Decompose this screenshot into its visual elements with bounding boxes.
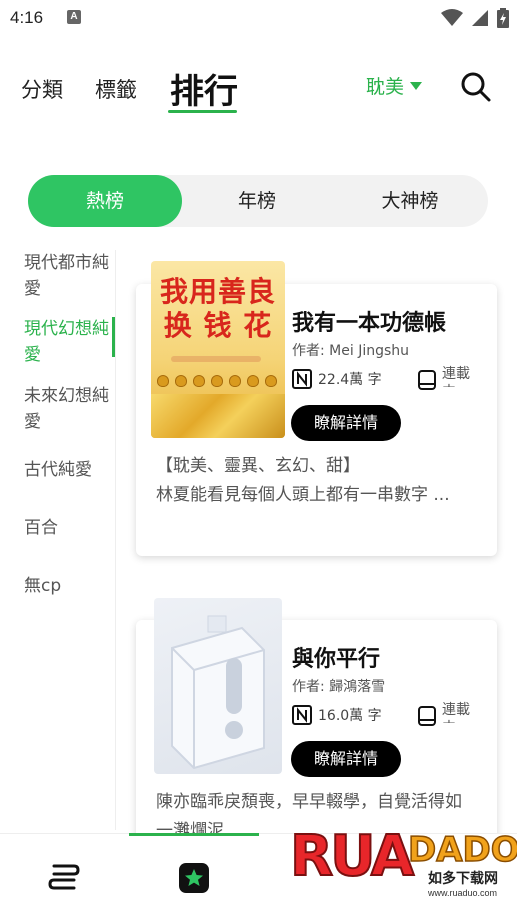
signal-icon <box>472 10 488 26</box>
status-icons <box>441 8 509 28</box>
watermark-site-name: 如多下载网 <box>428 871 498 887</box>
battery-icon <box>497 8 509 28</box>
watermark-logo-text: RUA <box>289 823 415 890</box>
book-title[interactable]: 我有一本功德帳 <box>292 305 446 337</box>
rank-option-year[interactable]: 年榜 <box>182 175 332 227</box>
notification-icon: A <box>67 10 81 24</box>
rank-option-hot[interactable]: 熱榜 <box>28 175 182 227</box>
tab-ranking[interactable]: 排行 <box>170 64 238 113</box>
gold-pile <box>151 394 285 438</box>
top-navigation: 分類 標籤 排行 耽美 <box>0 60 517 120</box>
word-count-value: 16.0萬 字 <box>318 708 382 724</box>
book-card[interactable]: 與你平行 作者: 歸鴻落雪 16.0萬 字 連載中 瞭解詳情 陳亦臨乖戾頹喪，早… <box>136 598 497 850</box>
category-item[interactable]: 無cp <box>24 573 110 599</box>
status-bar: 4:16 A <box>0 0 517 38</box>
active-tab-indicator <box>168 110 237 113</box>
view-details-button[interactable]: 瞭解詳情 <box>291 741 401 777</box>
cover-art-text: 我用善良换 钱 花 <box>159 275 276 342</box>
category-active-indicator <box>112 317 115 357</box>
status-time: 4:16 <box>10 8 44 27</box>
book-description: 【耽美、靈異、玄幻、甜】 林夏能看見每個人頭上都有一串數字 ... <box>156 456 450 505</box>
dropdown-arrow-icon <box>410 81 423 90</box>
category-sidebar: 現代都市純愛 現代幻想純愛 未來幻想純愛 古代純愛 百合 無cp <box>0 250 116 830</box>
rank-switch: 熱榜 年榜 大神榜 <box>28 175 488 227</box>
category-item[interactable]: 未來幻想純愛 <box>24 383 110 435</box>
money-bag-icons <box>157 375 277 387</box>
book-status: 連載中 <box>442 702 470 723</box>
bookshelf-icon[interactable] <box>46 860 82 896</box>
tab-category[interactable]: 分類 <box>21 74 63 104</box>
watermark-logo-text: DADO <box>407 829 517 871</box>
word-count-icon <box>292 369 312 389</box>
book-status-icon <box>418 370 436 390</box>
book-author: 作者: Mei Jingshu <box>292 343 410 359</box>
book-cover[interactable] <box>154 598 282 774</box>
book-card[interactable]: 我用善良换 钱 花 我有一本功德帳 作者: Mei Jingshu 22.4萬 … <box>136 261 497 556</box>
book-status: 連載中 <box>442 366 470 387</box>
bottom-nav-active-indicator <box>129 833 259 836</box>
genre-selector[interactable]: 耽美 <box>366 72 423 99</box>
watermark-url: www.ruaduo.com <box>428 888 498 898</box>
watermark-logo: RUA DADO 如多下载网 www.ruaduo.com <box>288 818 517 919</box>
word-count: 16.0萬 字 <box>292 705 382 725</box>
discover-star-icon[interactable] <box>176 860 212 896</box>
wifi-icon <box>441 9 463 26</box>
exclamation-box-icon <box>171 615 265 770</box>
category-item[interactable]: 現代都市純愛 <box>24 250 110 302</box>
book-status-icon <box>418 706 436 726</box>
search-icon[interactable] <box>459 70 493 104</box>
word-count-value: 22.4萬 字 <box>318 372 382 388</box>
genre-label: 耽美 <box>366 76 405 98</box>
category-item[interactable]: 百合 <box>24 515 110 541</box>
word-count: 22.4萬 字 <box>292 369 382 389</box>
view-details-button[interactable]: 瞭解詳情 <box>291 405 401 441</box>
cover-subtitle <box>171 356 261 362</box>
rank-option-master[interactable]: 大神榜 <box>332 175 488 227</box>
category-item-active[interactable]: 現代幻想純愛 <box>24 316 110 368</box>
book-cover[interactable]: 我用善良换 钱 花 <box>151 261 285 438</box>
tab-tags[interactable]: 標籤 <box>95 74 137 104</box>
category-item[interactable]: 古代純愛 <box>24 457 110 483</box>
book-title[interactable]: 與你平行 <box>292 641 380 673</box>
book-author: 作者: 歸鴻落雪 <box>292 679 386 695</box>
word-count-icon <box>292 705 312 725</box>
